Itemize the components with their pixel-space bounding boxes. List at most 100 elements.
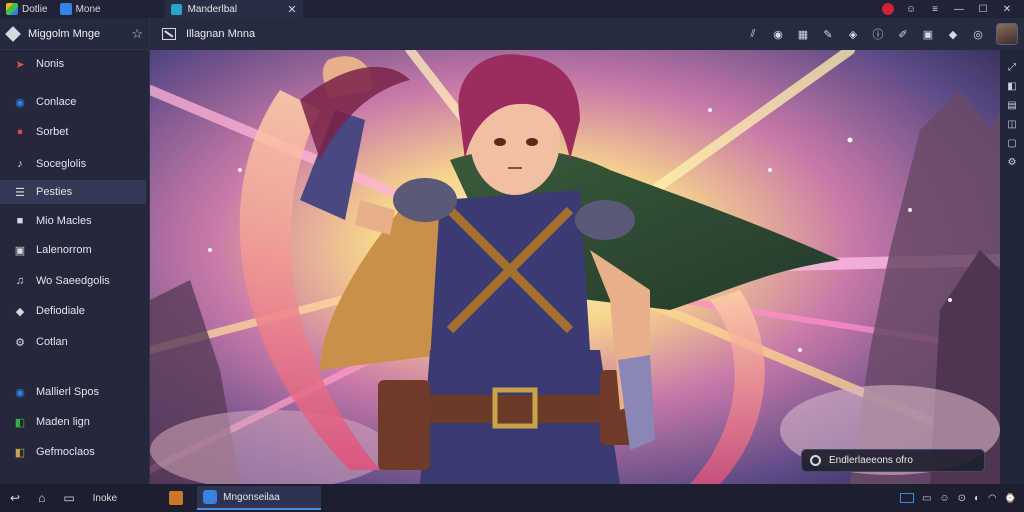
app-label: Dotlie (22, 3, 48, 15)
alert-icon[interactable]: ◆ (946, 28, 960, 41)
sidebar-item-label: Soceglolis (36, 158, 87, 170)
taskbar-app-label: Mngonseilaa (223, 491, 280, 503)
app-icon (203, 490, 218, 504)
keyboard-icon[interactable] (899, 493, 914, 503)
sidebar-item-label: Nonis (36, 58, 65, 70)
avatar[interactable] (996, 23, 1018, 45)
music-icon: ♪ (17, 158, 23, 170)
window-icon[interactable]: ▣ (921, 28, 935, 41)
shield-icon[interactable]: ◈ (846, 28, 860, 41)
toast-text: Endlerlaeeons ofro (829, 455, 913, 466)
chat-icon: ● (16, 126, 24, 138)
edit-icon[interactable]: ✐ (896, 28, 910, 41)
sidebar-item[interactable]: ■ Mio Macles (0, 209, 146, 233)
taskbar-active-app[interactable]: Mngonseilaa (197, 486, 322, 510)
sidebar-item-label: Mallierl Spos (36, 386, 99, 398)
minimize-icon[interactable]: — (952, 4, 966, 15)
emoji-icon[interactable]: ☺ (904, 4, 918, 15)
sidebar-item[interactable]: ◧ Gefmoclaos (0, 440, 146, 464)
clock-icon: ⌚ (1004, 493, 1016, 503)
sidebar-item-label: Conlace (36, 96, 77, 108)
sidebar: Miggolm Mnge ☆ ➤ Nonis ◉ Conlace ● Sorbet ♪ Soc… (0, 18, 150, 484)
controller-icon[interactable]: ☺ (939, 493, 949, 504)
sidebar-item-label: Defiodiale (36, 305, 85, 317)
taskbar-label: Inoke (92, 492, 118, 504)
note-icon: ♫ (15, 275, 25, 287)
brightness-icon[interactable]: ◐ (974, 493, 980, 504)
expand-icon[interactable]: ⤢ (1008, 62, 1016, 73)
sidebar-item-label: Pesties (36, 186, 73, 198)
box-icon: ▣ (14, 244, 26, 257)
settings-icon[interactable]: ⚙ (1008, 157, 1017, 168)
sidebar-item[interactable]: ◉ Conlace (0, 90, 146, 114)
image-icon (162, 28, 176, 40)
globe-icon: ◉ (15, 386, 25, 399)
maximize-icon[interactable]: ☐ (976, 4, 990, 15)
sidebar-item[interactable]: ☰ Pesties (0, 180, 146, 204)
home-tab[interactable]: Mone (54, 0, 107, 18)
home-icon[interactable]: ⌂ (38, 491, 45, 505)
tab-close-icon[interactable]: ✕ (287, 3, 296, 16)
menu-icon[interactable]: ≡ (928, 4, 942, 15)
cube-icon: ◧ (14, 446, 26, 459)
pin-icon[interactable]: ⫽ (746, 28, 760, 41)
eye-icon[interactable]: ◉ (771, 28, 785, 41)
tab-active[interactable]: Manderlbal ✕ (164, 0, 303, 18)
grid-icon[interactable]: ▦ (796, 28, 810, 41)
sidebar-item[interactable]: ♫ Wo Saeedgolis (0, 269, 146, 293)
location-icon[interactable]: ⊙ (958, 493, 966, 504)
recent-apps-icon[interactable]: ▭ (63, 491, 74, 505)
pin-icon: ➤ (15, 58, 25, 71)
sidebar-item[interactable]: ◧ Maden lign (0, 410, 146, 434)
refresh-icon[interactable]: ◎ (971, 28, 985, 41)
back-icon[interactable]: ↩ (10, 491, 20, 505)
sidebar-item-label: Sorbet (36, 126, 69, 138)
taskbar-app-icon[interactable] (169, 491, 184, 505)
list-icon: ☰ (15, 186, 25, 199)
close-window-icon[interactable]: ✕ (1000, 4, 1014, 15)
app-switcher[interactable]: Dotlie (0, 0, 54, 18)
sidebar-title: Miggolm Mnge (28, 27, 101, 40)
home-icon (59, 3, 72, 15)
square-icon: ■ (16, 215, 24, 227)
info-icon[interactable]: ⓘ (871, 26, 885, 42)
sidebar-item[interactable]: ◆ Defiodiale (0, 299, 146, 323)
record-video-icon[interactable]: ▢ (1007, 138, 1016, 149)
anime-artwork (150, 50, 1000, 484)
notification-toast[interactable]: Endlerlaeeons ofro (801, 449, 985, 472)
sidebar-item[interactable]: ⚙ Cotlan (0, 330, 146, 354)
sidebar-item[interactable]: ♪ Soceglolis (0, 152, 146, 176)
sidebar-item-label: Mio Macles (36, 215, 92, 227)
keyboard-icon[interactable]: ▤ (1007, 100, 1016, 111)
circle-c-icon: ◉ (15, 96, 25, 109)
sidebar-item-label: Gefmoclaos (36, 446, 95, 458)
sidebar-header: Miggolm Mnge ☆ (0, 18, 149, 50)
tab-app-icon (170, 3, 182, 15)
app-logo-icon (6, 3, 18, 15)
record-icon[interactable] (882, 3, 894, 15)
settings-icon (810, 455, 821, 466)
wifi-icon[interactable]: ◠ (988, 493, 997, 504)
cube-icon: ◧ (14, 416, 26, 429)
display-icon[interactable]: ▭ (922, 493, 931, 504)
tag-icon: ◆ (15, 305, 25, 318)
sidebar-item-label: Lalenorrom (36, 244, 92, 256)
diamond-icon (5, 25, 21, 42)
sidebar-item[interactable]: ◉ Mallierl Spos (0, 380, 146, 404)
taskbar: ↩ ⌂ ▭ Inoke Mngonseilaa ▭ ☺ ⊙ ◐ ◠ ⌚ (0, 484, 1024, 512)
volume-icon[interactable]: ◧ (1007, 81, 1016, 92)
sidebar-item[interactable]: ● Sorbet (0, 120, 146, 144)
sidebar-item[interactable]: ➤ Nonis (0, 52, 146, 76)
sidebar-item[interactable]: ▣ Lalenorrom (0, 238, 146, 262)
content-toolbar: Illagnan Mnna ⫽ ◉ ▦ ✎ ◈ ⓘ ✐ ▣ ◆ ◎ (150, 18, 1024, 50)
sidebar-item-label: Wo Saeedgolis (36, 275, 110, 287)
clock: ⌚ (1005, 493, 1016, 503)
hero-illustration (150, 50, 1000, 484)
sidebar-item-label: Cotlan (36, 336, 68, 348)
gear-icon: ⚙ (15, 336, 25, 349)
pen-icon[interactable]: ✎ (821, 28, 835, 41)
title-bar: Dotlie Mone Manderlbal ✕ ☺ ≡ — ☐ ✕ (0, 0, 1024, 18)
content-title: Illagnan Mnna (186, 28, 256, 40)
screenshot-icon[interactable]: ◫ (1007, 119, 1016, 130)
star-icon[interactable]: ☆ (131, 26, 143, 42)
